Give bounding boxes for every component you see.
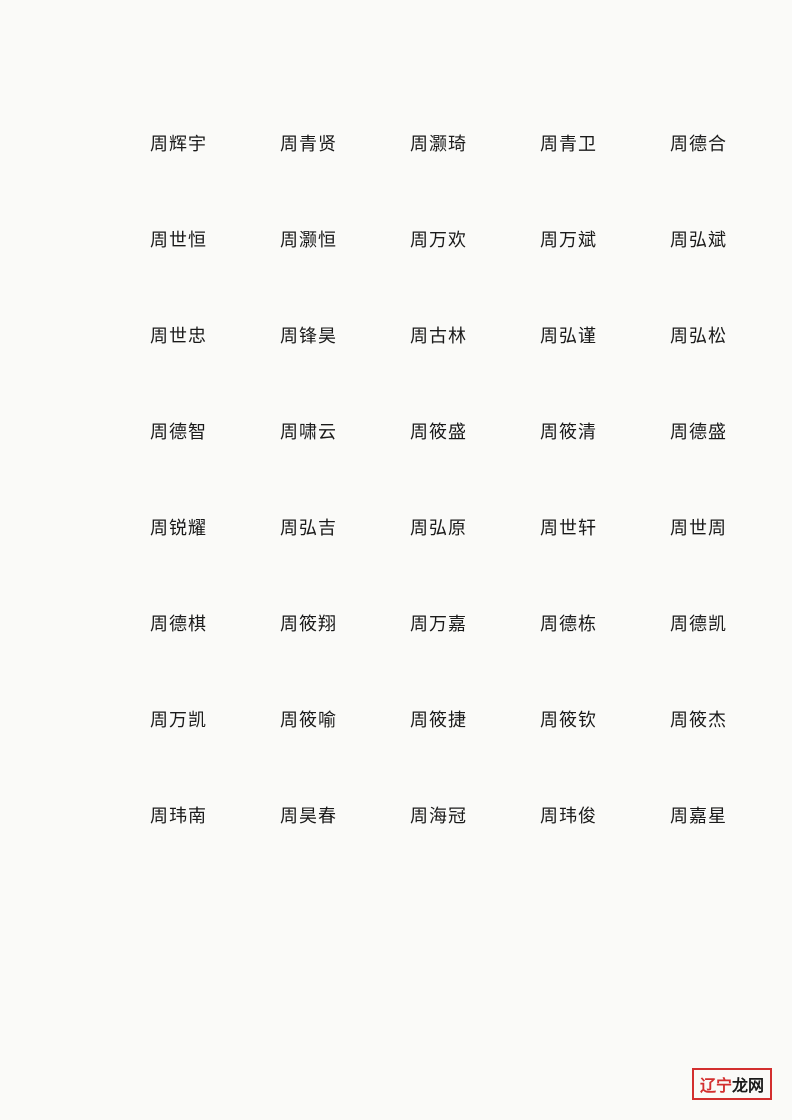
- name-item: 周灏琦: [410, 130, 510, 156]
- name-item: 周筱翔: [280, 610, 380, 636]
- name-item: 周筱杰: [670, 706, 770, 732]
- name-item: 周啸云: [280, 418, 380, 444]
- name-item: 周德智: [150, 418, 250, 444]
- names-row: 周德智周啸云周筱盛周筱清周德盛: [150, 418, 642, 444]
- name-item: 周青卫: [540, 130, 640, 156]
- names-row: 周德棋周筱翔周万嘉周德栋周德凯: [150, 610, 642, 636]
- name-item: 周德合: [670, 130, 770, 156]
- names-row: 周玮南周昊春周海冠周玮俊周嘉星: [150, 802, 642, 828]
- name-item: 周德棋: [150, 610, 250, 636]
- names-row: 周锐耀周弘吉周弘原周世轩周世周: [150, 514, 642, 540]
- name-item: 周海冠: [410, 802, 510, 828]
- names-row: 周世恒周灏恒周万欢周万斌周弘斌: [150, 226, 642, 252]
- name-item: 周锐耀: [150, 514, 250, 540]
- names-row: 周万凯周筱喻周筱捷周筱钦周筱杰: [150, 706, 642, 732]
- name-item: 周弘斌: [670, 226, 770, 252]
- name-item: 周万嘉: [410, 610, 510, 636]
- name-item: 周筱盛: [410, 418, 510, 444]
- name-item: 周筱捷: [410, 706, 510, 732]
- watermark: 辽宁龙网: [692, 1068, 772, 1100]
- name-item: 周灏恒: [280, 226, 380, 252]
- name-item: 周弘吉: [280, 514, 380, 540]
- name-item: 周玮南: [150, 802, 250, 828]
- watermark-text: 辽宁: [700, 1078, 732, 1095]
- name-item: 周万凯: [150, 706, 250, 732]
- name-item: 周弘原: [410, 514, 510, 540]
- name-item: 周世恒: [150, 226, 250, 252]
- name-item: 周筱清: [540, 418, 640, 444]
- name-item: 周筱喻: [280, 706, 380, 732]
- name-item: 周锋昊: [280, 322, 380, 348]
- name-item: 周青贤: [280, 130, 380, 156]
- name-item: 周万欢: [410, 226, 510, 252]
- name-item: 周世轩: [540, 514, 640, 540]
- watermark-text2: 龙网: [732, 1078, 764, 1095]
- name-item: 周筱钦: [540, 706, 640, 732]
- name-item: 周德盛: [670, 418, 770, 444]
- name-item: 周世忠: [150, 322, 250, 348]
- name-item: 周玮俊: [540, 802, 640, 828]
- name-item: 周万斌: [540, 226, 640, 252]
- name-item: 周弘谨: [540, 322, 640, 348]
- name-item: 周德栋: [540, 610, 640, 636]
- name-item: 周世周: [670, 514, 770, 540]
- names-row: 周辉宇周青贤周灏琦周青卫周德合: [150, 130, 642, 156]
- name-item: 周古林: [410, 322, 510, 348]
- name-item: 周昊春: [280, 802, 380, 828]
- name-item: 周弘松: [670, 322, 770, 348]
- name-item: 周嘉星: [670, 802, 770, 828]
- names-container: 周辉宇周青贤周灏琦周青卫周德合周世恒周灏恒周万欢周万斌周弘斌周世忠周锋昊周古林周…: [0, 0, 792, 978]
- name-item: 周德凯: [670, 610, 770, 636]
- name-item: 周辉宇: [150, 130, 250, 156]
- names-row: 周世忠周锋昊周古林周弘谨周弘松: [150, 322, 642, 348]
